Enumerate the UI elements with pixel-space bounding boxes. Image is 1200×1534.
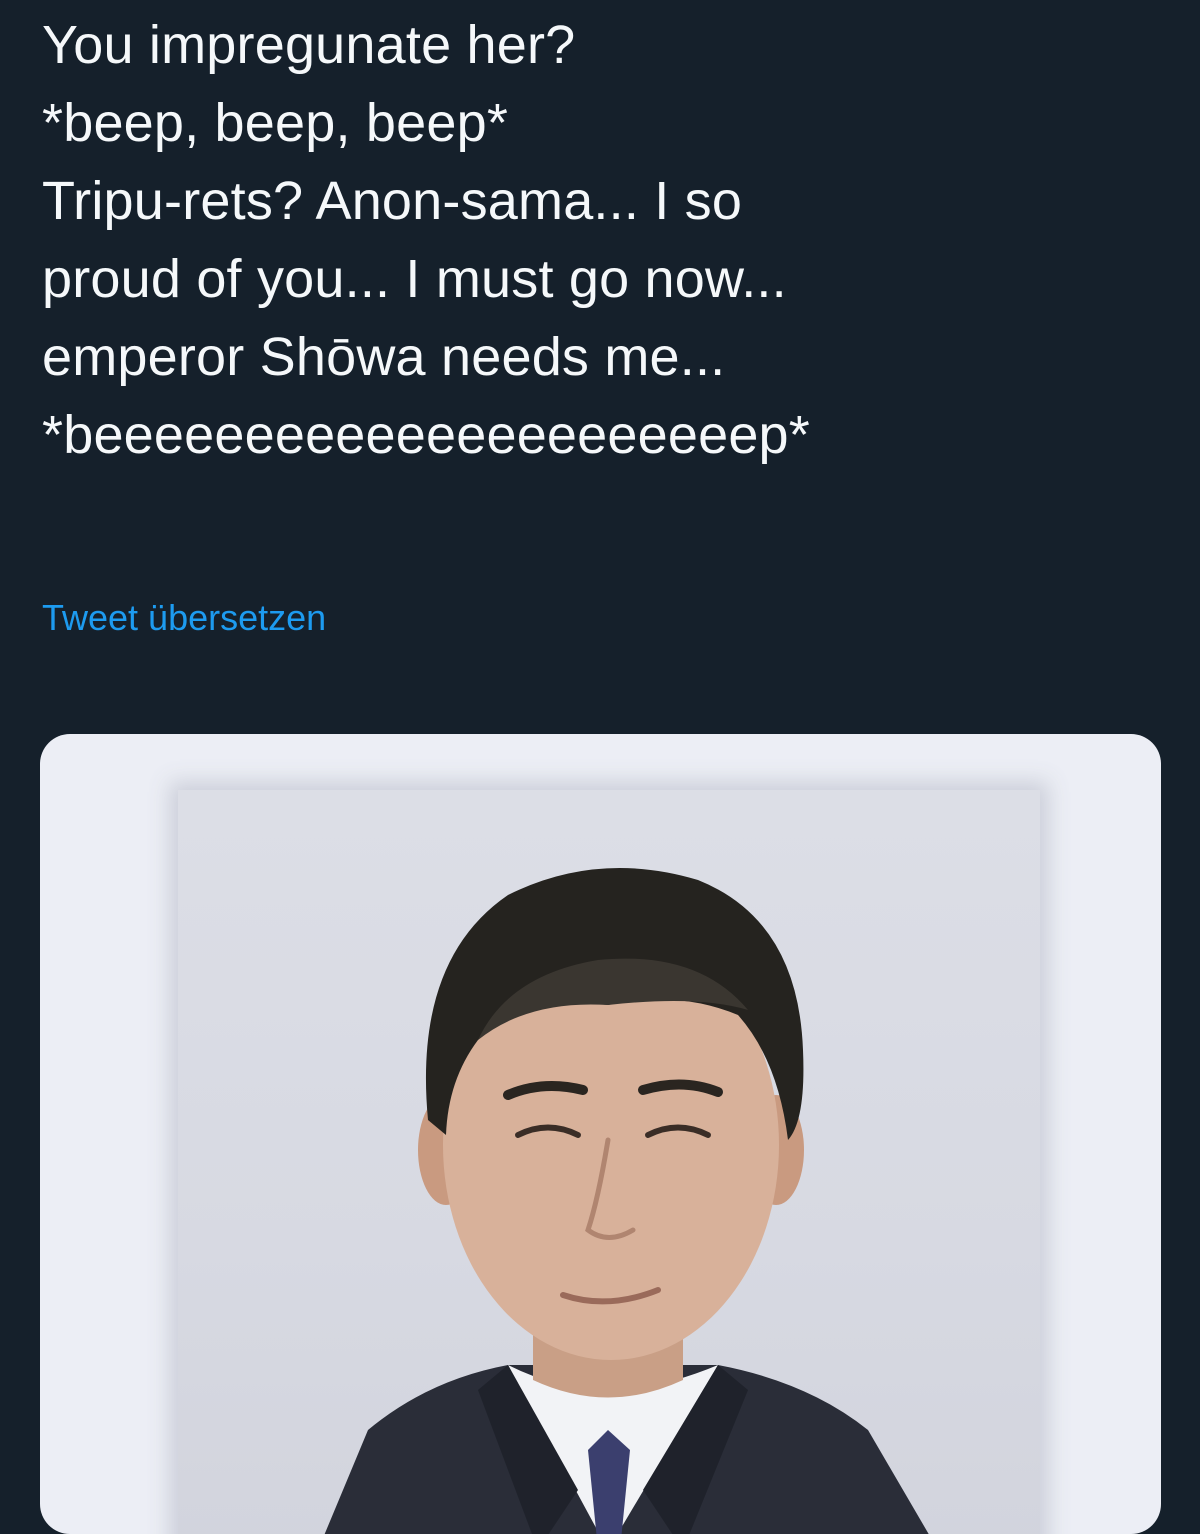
translate-tweet-link[interactable]: Tweet übersetzen (42, 596, 326, 640)
tweet-media-card[interactable] (40, 734, 1161, 1534)
tweet-line-1: You impregunate her? (42, 15, 576, 75)
tweet-text: You impregunate her? *beep, beep, beep* … (42, 6, 1162, 474)
portrait-photo (178, 790, 1040, 1534)
tweet-line-6: *beeeeeeeeeeeeeeeeeeeeeep* (42, 405, 811, 465)
portrait-illustration (324, 868, 929, 1534)
tweet-line-2: *beep, beep, beep* (42, 93, 509, 153)
tweet-line-4: proud of you... I must go now... (42, 249, 787, 309)
tweet-line-3: Tripu-rets? Anon-sama... I so (42, 171, 743, 231)
tweet-line-5: emperor Shōwa needs me... (42, 327, 726, 387)
